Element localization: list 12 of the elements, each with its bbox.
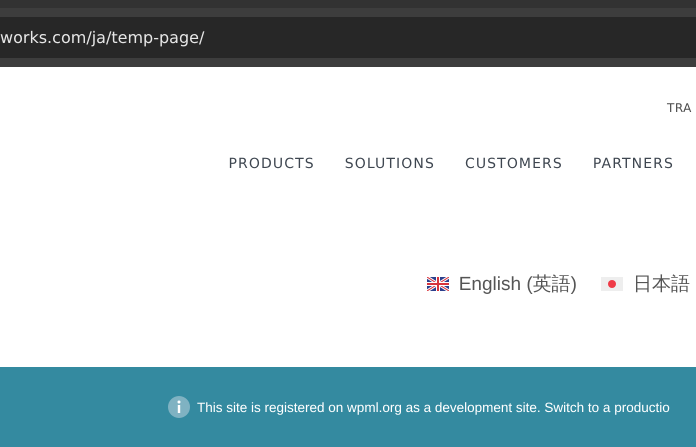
- language-link[interactable]: English (英語): [458, 271, 577, 297]
- flag-icon: [601, 277, 623, 291]
- nav-link[interactable]: PARTNERS: [592, 156, 674, 172]
- nav-link[interactable]: CUSTOMERS: [464, 156, 563, 172]
- notice-text: This site is registered on wpml.org as a development site. Switch to a productio: [197, 400, 670, 414]
- nav-link[interactable]: SOLUTIONS: [344, 156, 435, 172]
- info-icon: [168, 396, 190, 418]
- top-link[interactable]: TRA: [667, 101, 692, 115]
- nav-link[interactable]: PRODUCTS: [228, 156, 315, 172]
- language-link[interactable]: 日本語: [633, 271, 690, 297]
- flag-icon: [426, 277, 449, 291]
- address-bar-url[interactable]: works.com/ja/temp-page/: [0, 28, 204, 47]
